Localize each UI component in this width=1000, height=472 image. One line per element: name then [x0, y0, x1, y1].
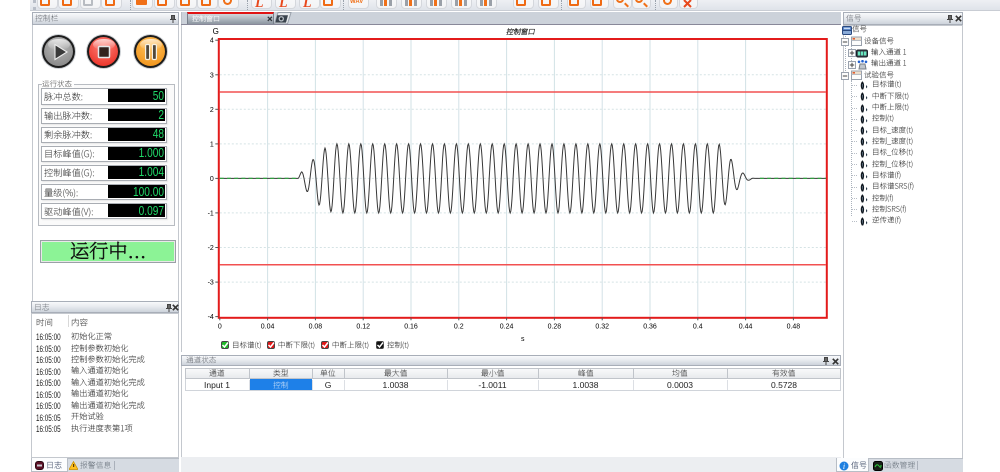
svg-text:0.28: 0.28: [548, 323, 562, 330]
svg-text:-2: -2: [208, 245, 214, 252]
svg-text:0.12: 0.12: [356, 323, 370, 330]
svg-text:G: G: [213, 27, 219, 36]
svg-text:2: 2: [210, 107, 214, 114]
svg-text:s: s: [521, 336, 525, 343]
svg-text:-1: -1: [208, 210, 214, 217]
svg-text:0.2: 0.2: [454, 323, 464, 330]
svg-text:0.04: 0.04: [261, 323, 275, 330]
svg-text:-4: -4: [208, 314, 214, 321]
svg-text:i: i: [843, 462, 845, 471]
svg-text:0.08: 0.08: [309, 323, 323, 330]
svg-text:0.24: 0.24: [500, 323, 514, 330]
svg-text:-3: -3: [208, 280, 214, 287]
svg-text:0: 0: [210, 176, 214, 183]
svg-text:0.44: 0.44: [739, 323, 753, 330]
svg-text:3: 3: [210, 72, 214, 79]
svg-text:0: 0: [218, 323, 222, 330]
svg-text:0.32: 0.32: [595, 323, 609, 330]
svg-text:0.4: 0.4: [693, 323, 703, 330]
svg-text:4: 4: [210, 38, 214, 45]
svg-text:0.48: 0.48: [787, 323, 801, 330]
svg-text:0.16: 0.16: [404, 323, 418, 330]
svg-text:0.36: 0.36: [643, 323, 657, 330]
svg-text:1: 1: [210, 141, 214, 148]
